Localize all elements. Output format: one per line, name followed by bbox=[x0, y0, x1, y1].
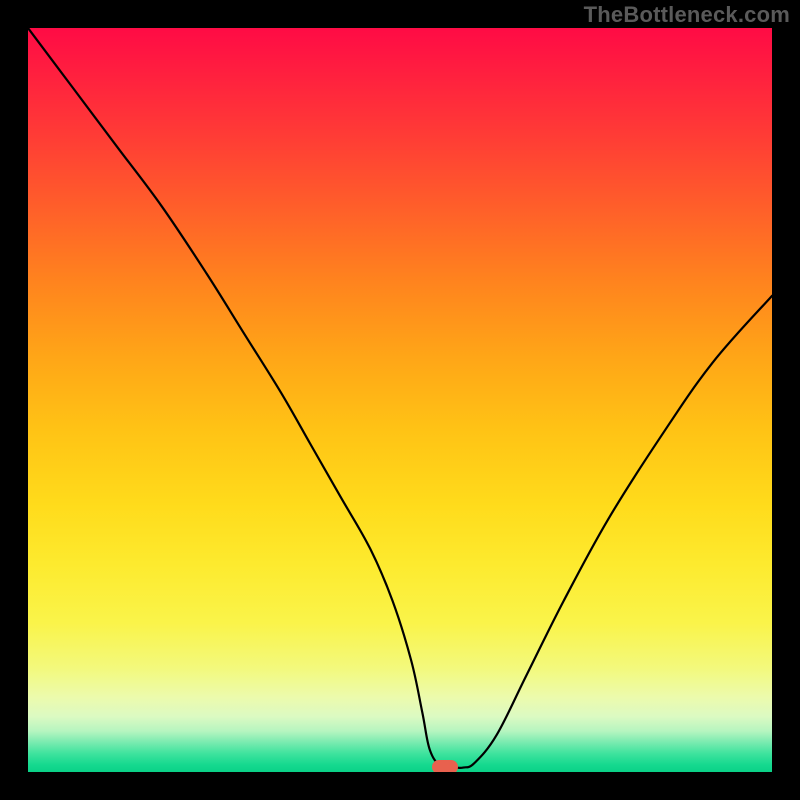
bottleneck-curve bbox=[28, 28, 772, 772]
watermark-text: TheBottleneck.com bbox=[584, 2, 790, 28]
plot-area bbox=[28, 28, 772, 772]
optimum-marker bbox=[432, 760, 458, 772]
chart-frame: TheBottleneck.com bbox=[0, 0, 800, 800]
